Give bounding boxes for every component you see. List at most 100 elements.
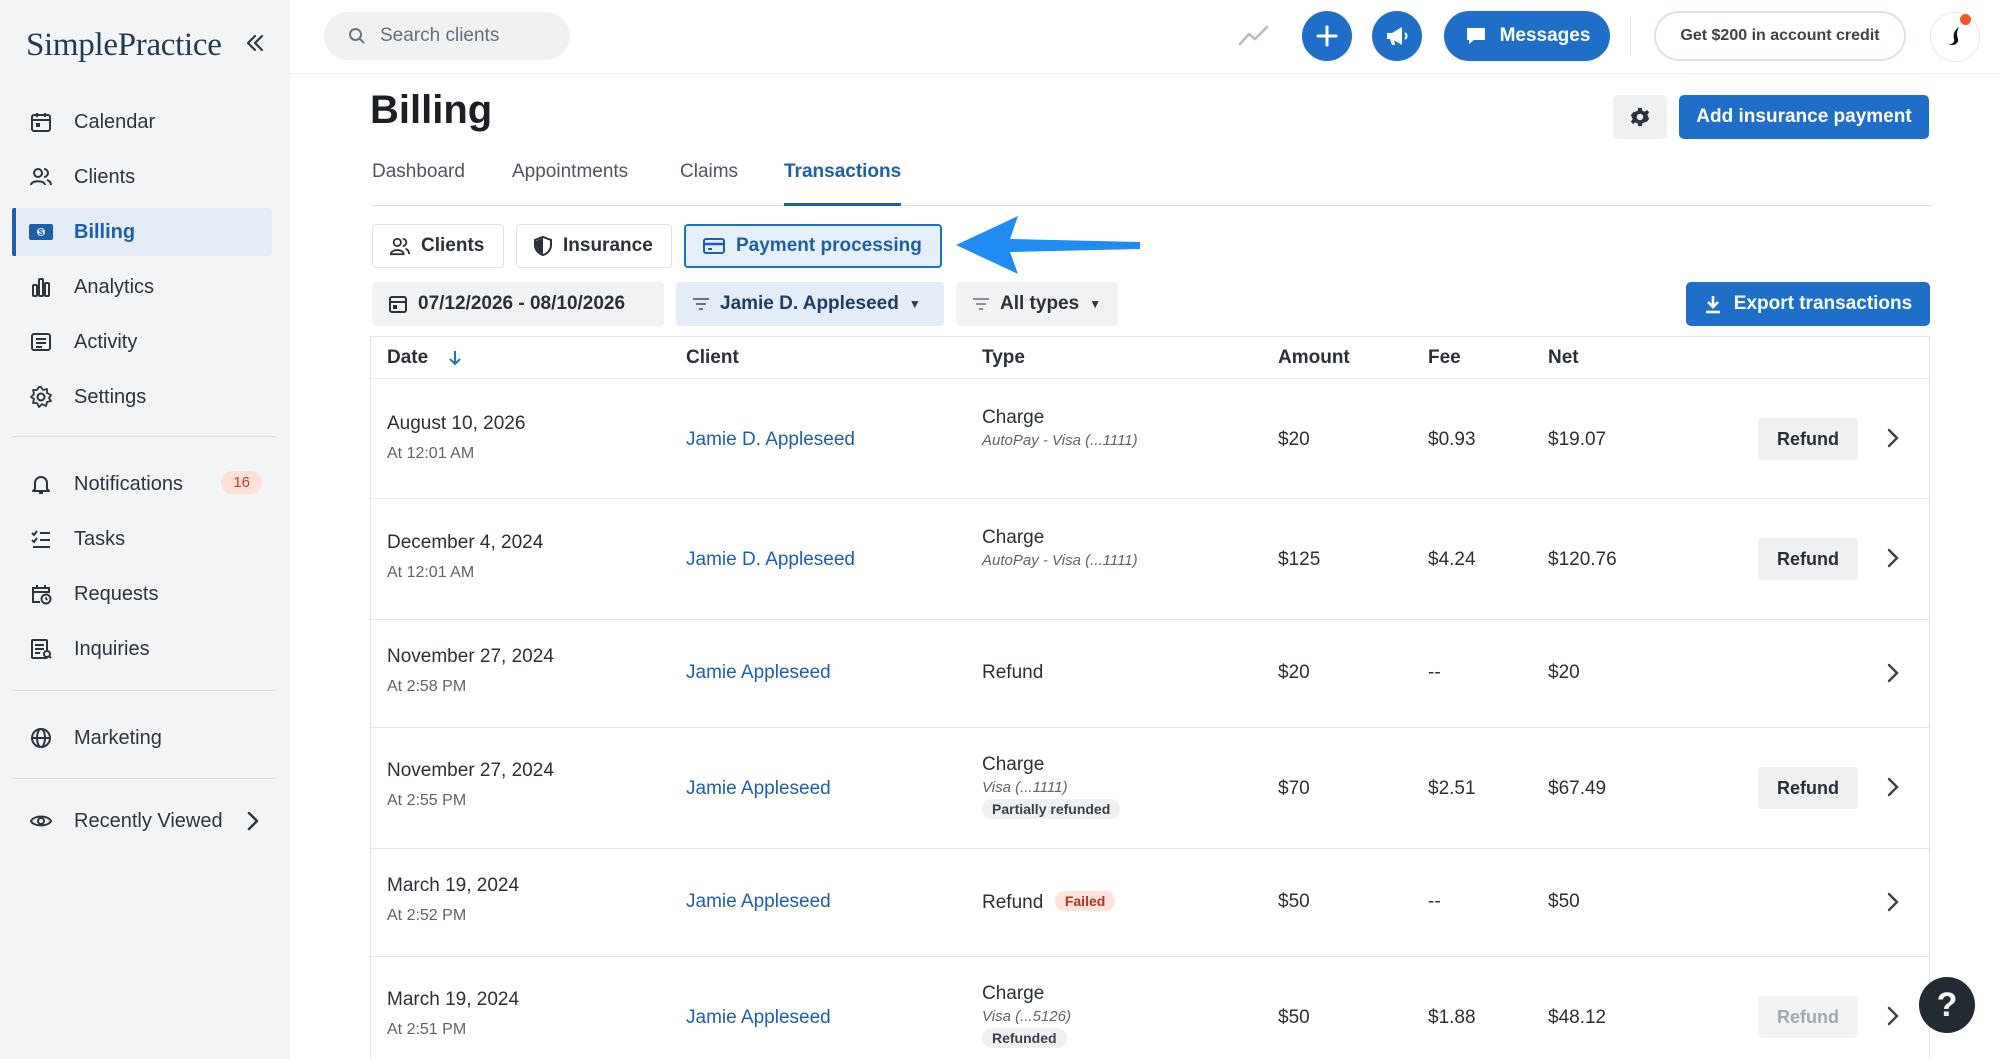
sidebar-item-notifications[interactable]: Notifications 16	[12, 460, 272, 508]
sidebar-item-analytics[interactable]: Analytics	[12, 263, 272, 311]
sidebar-item-label: Inquiries	[74, 637, 150, 660]
search-icon	[348, 27, 366, 45]
date-cell: November 27, 2024 At 2:55 PM	[387, 760, 554, 810]
transactions-table: Date Client Type Amount Fee Net August 1…	[370, 336, 1930, 1059]
payment-method: Visa (...1111)	[982, 779, 1068, 796]
chevron-right-icon[interactable]	[1881, 887, 1905, 917]
chevron-right-icon[interactable]	[1881, 772, 1905, 802]
date-column-header[interactable]: Date	[387, 347, 462, 369]
billing-settings-button[interactable]	[1613, 95, 1667, 139]
date-range-filter[interactable]: 07/12/2026 - 08/10/2026	[372, 282, 664, 326]
chevron-right-icon[interactable]	[1881, 1001, 1905, 1031]
chevron-right-icon[interactable]	[1881, 543, 1905, 573]
chevron-right-icon[interactable]	[1881, 658, 1905, 688]
help-button[interactable]: ?	[1919, 977, 1975, 1033]
segment-clients[interactable]: Clients	[372, 224, 504, 268]
tab-claims[interactable]: Claims	[680, 160, 738, 206]
table-row[interactable]: March 19, 2024 At 2:52 PM Jamie Applesee…	[371, 849, 1929, 957]
sort-down-arrow-icon	[448, 350, 462, 366]
notification-dot	[1960, 14, 1971, 25]
transaction-type: Charge	[982, 407, 1045, 428]
amount-cell: $20	[1278, 662, 1310, 683]
client-column-header: Client	[686, 347, 739, 368]
search-input[interactable]: Search clients	[324, 12, 570, 60]
column-label: Date	[387, 347, 429, 368]
client-link[interactable]: Jamie D. Appleseed	[686, 429, 855, 451]
chat-bubble-icon	[1464, 25, 1488, 47]
messages-label: Messages	[1499, 25, 1591, 46]
date-cell: March 19, 2024 At 2:52 PM	[387, 875, 519, 925]
amount-column-header: Amount	[1278, 347, 1350, 368]
amount-cell: $50	[1278, 1007, 1310, 1028]
avatar[interactable]	[1930, 12, 1980, 62]
type-filter[interactable]: All types ▼	[956, 282, 1118, 326]
tab-dashboard[interactable]: Dashboard	[372, 160, 465, 206]
sidebar-item-label: Activity	[74, 330, 138, 353]
sidebar-item-billing[interactable]: $ Billing	[12, 208, 272, 256]
add-insurance-payment-button[interactable]: Add insurance payment	[1679, 95, 1929, 139]
fee-cell: --	[1428, 891, 1441, 912]
segment-payment-processing[interactable]: Payment processing	[684, 224, 942, 268]
client-filter[interactable]: Jamie D. Appleseed ▼	[676, 282, 944, 326]
sidebar-item-calendar[interactable]: Calendar	[12, 98, 272, 146]
inquiries-icon	[28, 636, 54, 662]
credit-card-icon	[702, 236, 726, 256]
announcements-button[interactable]	[1372, 11, 1422, 61]
users-icon	[28, 164, 54, 190]
collapse-sidebar-icon[interactable]	[240, 26, 270, 60]
billing-tabs: Dashboard Appointments Claims Transactio…	[372, 160, 1932, 206]
trend-icon[interactable]	[1238, 22, 1270, 56]
secondary-nav: Notifications 16 Tasks Requests Inquirie…	[12, 460, 272, 680]
refund-button[interactable]: Refund	[1758, 538, 1858, 580]
marketing-nav: Marketing	[12, 714, 272, 769]
fee-cell: $2.51	[1428, 778, 1476, 799]
account-credit-button[interactable]: Get $200 in account credit	[1654, 11, 1906, 61]
transaction-date: November 27, 2024	[387, 646, 554, 667]
calendar-clock-icon	[28, 581, 54, 607]
sidebar-item-clients[interactable]: Clients	[12, 153, 272, 201]
search-placeholder: Search clients	[380, 25, 500, 46]
segment-insurance[interactable]: Insurance	[516, 224, 672, 268]
net-cell: $67.49	[1548, 778, 1607, 799]
table-row[interactable]: March 19, 2024 At 2:51 PM Jamie Applesee…	[371, 957, 1929, 1059]
sidebar-item-tasks[interactable]: Tasks	[12, 515, 272, 563]
client-link[interactable]: Jamie D. Appleseed	[686, 549, 855, 571]
tab-transactions[interactable]: Transactions	[784, 160, 902, 206]
sidebar-item-inquiries[interactable]: Inquiries	[12, 625, 272, 673]
date-cell: August 10, 2026 At 12:01 AM	[387, 413, 525, 463]
date-cell: December 4, 2024 At 12:01 AM	[387, 532, 543, 582]
calendar-icon	[28, 109, 54, 135]
table-row[interactable]: December 4, 2024 At 12:01 AM Jamie D. Ap…	[371, 499, 1929, 620]
refund-button[interactable]: Refund	[1758, 418, 1858, 460]
messages-button[interactable]: Messages	[1444, 11, 1610, 61]
add-new-button[interactable]	[1302, 11, 1352, 61]
refund-button[interactable]: Refund	[1758, 767, 1858, 809]
sidebar-divider	[12, 690, 276, 691]
date-cell: March 19, 2024 At 2:51 PM	[387, 989, 519, 1039]
sidebar-item-label: Marketing	[74, 726, 162, 749]
bar-chart-icon	[28, 274, 54, 300]
client-link[interactable]: Jamie Appleseed	[686, 778, 831, 800]
type-cell: Charge AutoPay - Visa (...1111)	[982, 407, 1138, 449]
table-row[interactable]: November 27, 2024 At 2:55 PM Jamie Apple…	[371, 728, 1929, 849]
client-link[interactable]: Jamie Appleseed	[686, 891, 831, 913]
transaction-type: Refund	[982, 892, 1044, 913]
sidebar-item-marketing[interactable]: Marketing	[12, 714, 272, 762]
table-row[interactable]: November 27, 2024 At 2:58 PM Jamie Apple…	[371, 620, 1929, 728]
tab-appointments[interactable]: Appointments	[512, 160, 628, 206]
sidebar-item-activity[interactable]: Activity	[12, 318, 272, 366]
client-link[interactable]: Jamie Appleseed	[686, 662, 831, 684]
shield-icon	[533, 235, 553, 257]
table-row[interactable]: August 10, 2026 At 12:01 AM Jamie D. App…	[371, 379, 1929, 499]
export-transactions-button[interactable]: Export transactions	[1686, 282, 1930, 326]
sidebar-item-settings[interactable]: Settings	[12, 373, 272, 421]
sidebar-item-recently-viewed[interactable]: Recently Viewed	[12, 797, 272, 845]
client-link[interactable]: Jamie Appleseed	[686, 1007, 831, 1029]
segment-label: Clients	[421, 235, 485, 256]
sidebar-item-requests[interactable]: Requests	[12, 570, 272, 618]
brand-logo[interactable]: SimplePractice	[26, 22, 222, 68]
bell-icon	[28, 471, 54, 497]
sidebar-item-label: Recently Viewed	[74, 809, 223, 832]
date-cell: November 27, 2024 At 2:58 PM	[387, 646, 554, 696]
chevron-right-icon[interactable]	[1881, 423, 1905, 453]
